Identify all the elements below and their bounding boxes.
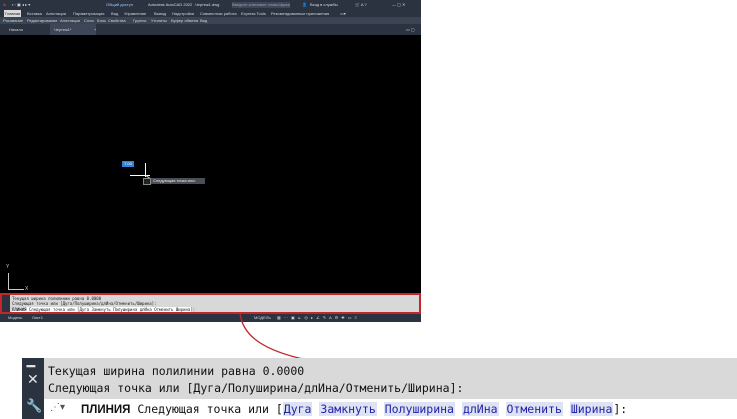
- recent-commands-icon[interactable]: ⋰▾: [50, 402, 65, 413]
- option-undo[interactable]: Отменить: [505, 402, 563, 416]
- command-history-line-2-large: Следующая точка или [Дуга/Полуширина/длИ…: [48, 381, 464, 395]
- close-icon[interactable]: ✕: [27, 371, 39, 388]
- option-length[interactable]: длИна: [461, 402, 499, 416]
- option-width[interactable]: Ширина: [569, 402, 614, 416]
- customize-wrench-icon[interactable]: 🔧: [26, 398, 42, 414]
- option-halfwidth[interactable]: Полуширина: [383, 402, 455, 416]
- command-input-line[interactable]: ⋰▾ ПЛИНИЯ Следующая точка или [Дуга Замк…: [44, 399, 737, 419]
- command-history-line-1-large: Текущая ширина полилинии равна 0.0000: [48, 364, 305, 378]
- option-arc[interactable]: Дуга: [282, 402, 313, 416]
- command-name: ПЛИНИЯ: [81, 404, 131, 416]
- command-prompt[interactable]: ПЛИНИЯ Следующая точка или [Дуга Замкнут…: [81, 402, 627, 416]
- callout-arrow: [239, 312, 418, 376]
- prompt-end: ]:: [613, 402, 628, 416]
- drag-handle-icon[interactable]: ▪▪▪▪: [26, 361, 36, 371]
- prompt-text: Следующая точка или [: [137, 402, 283, 416]
- option-close[interactable]: Замкнуть: [319, 402, 377, 416]
